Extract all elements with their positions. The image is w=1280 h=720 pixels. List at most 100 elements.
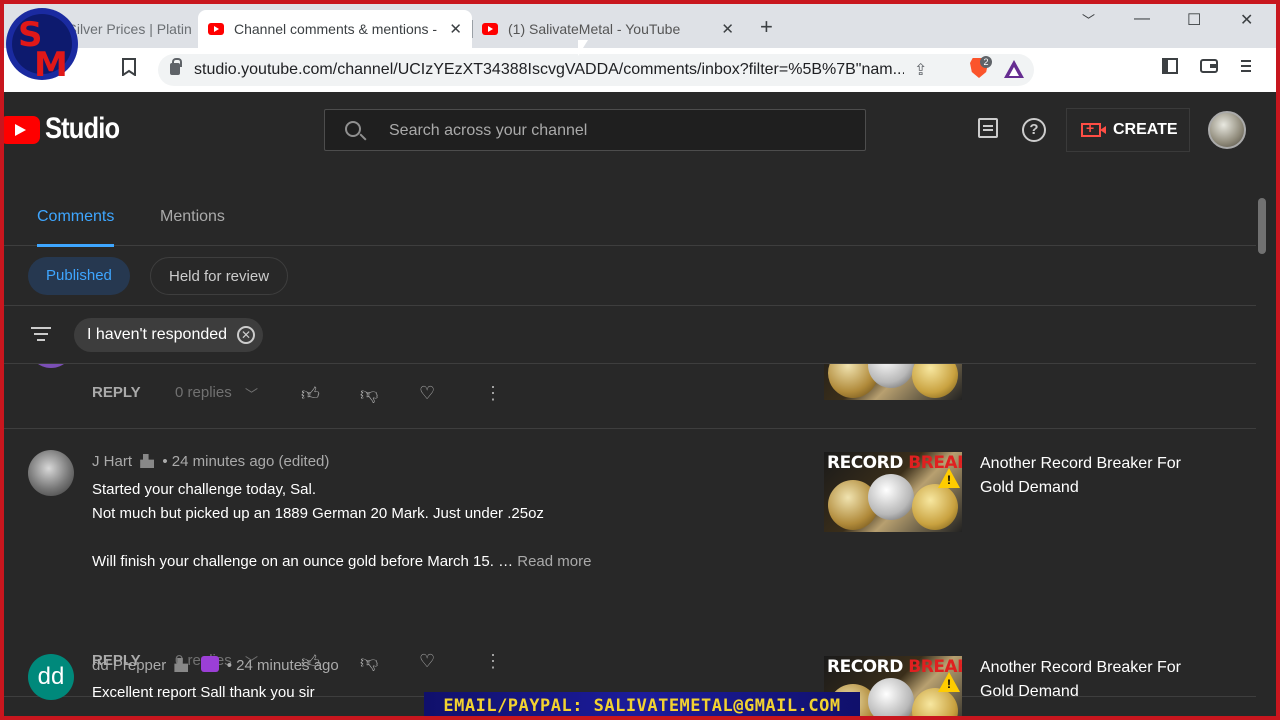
studio-header: Studio ? CREATE <box>0 92 1280 170</box>
youtube-favicon-icon <box>208 23 224 35</box>
coin-image <box>912 364 958 398</box>
create-video-icon <box>1081 120 1106 137</box>
comments-tab-row: Comments Mentions <box>0 188 1256 247</box>
scrollbar[interactable] <box>1258 198 1266 254</box>
share-icon[interactable]: ⇪ <box>914 60 927 80</box>
reply-button[interactable]: REPLY <box>92 384 141 401</box>
video-thumbnail[interactable] <box>824 364 962 400</box>
tab-title: Channel comments & mentions - <box>234 21 438 37</box>
comment-line: Not much but picked up an 1889 German 20… <box>92 505 544 522</box>
channel-search[interactable] <box>324 109 866 151</box>
comment-line: Started your challenge today, Sal. <box>92 481 317 498</box>
browser-tab-bar: | Silver Prices | Platin Channel comment… <box>0 0 1280 48</box>
close-tab-icon[interactable]: ✕ <box>449 20 462 38</box>
comment-meta: dd Prepper • 24 minutes ago <box>92 656 339 674</box>
meta-dot: • <box>162 453 172 470</box>
search-icon <box>345 121 361 137</box>
comment-time[interactable]: 24 minutes ago (edited) <box>172 453 330 470</box>
replies-dropdown[interactable]: 0 replies <box>175 384 232 401</box>
feedback-icon[interactable] <box>978 118 998 138</box>
studio-logo-text[interactable]: Studio <box>45 112 120 146</box>
close-tab-icon[interactable]: ✕ <box>721 20 734 38</box>
dislike-icon[interactable]: 👎︎ <box>360 651 378 673</box>
heart-icon[interactable]: ♡ <box>419 383 435 404</box>
divider <box>0 428 1256 429</box>
chevron-down-icon[interactable]: ﹀ <box>245 384 258 403</box>
comment-text: Excellent report Sall thank you sir <box>92 681 315 705</box>
wallet-icon[interactable] <box>1200 58 1218 79</box>
maximize-icon[interactable]: ☐ <box>1187 10 1201 30</box>
account-avatar[interactable] <box>1208 111 1246 149</box>
comment-text: Started your challenge today, Sal. Not m… <box>92 478 591 574</box>
comment-line: Excellent report Sall thank you sir <box>92 684 315 701</box>
new-tab-plus-icon[interactable]: + <box>760 14 773 40</box>
create-button[interactable]: CREATE <box>1066 108 1190 152</box>
comment-line-last: Will finish your challenge on an ounce g… <box>92 550 591 574</box>
member-badge-icon <box>200 656 219 672</box>
more-actions-icon[interactable]: ⋮ <box>484 651 502 672</box>
meta-dot: • <box>226 657 237 674</box>
coin-image <box>912 484 958 530</box>
tab-title: (1) SalivateMetal - YouTube <box>508 21 681 37</box>
help-icon[interactable]: ? <box>1022 118 1046 142</box>
comment-avatar[interactable] <box>28 364 74 368</box>
create-label: CREATE <box>1113 121 1178 138</box>
address-bar[interactable]: studio.youtube.com/channel/UCIzYEzXT3438… <box>158 54 1034 86</box>
youtube-favicon-icon <box>482 23 498 35</box>
bookmark-icon[interactable] <box>122 58 136 81</box>
comment-author[interactable]: J Hart <box>92 453 132 470</box>
comment-avatar[interactable] <box>28 450 74 496</box>
brave-shield-count: 2 <box>980 56 992 68</box>
coin-image <box>912 688 958 720</box>
sidebar-icon[interactable] <box>1162 58 1178 79</box>
comment-actions: REPLY 0 replies ﹀ 👍︎ 👎︎ ♡ ⋮ <box>92 382 512 406</box>
filter-row: I haven't responded ✕ <box>0 306 1256 364</box>
browser-tab-channel-comments[interactable]: Channel comments & mentions - ✕ <box>198 10 472 48</box>
minimize-icon[interactable]: — <box>1134 10 1150 28</box>
sm-channel-logo: S M <box>6 8 78 85</box>
lock-icon <box>170 58 182 75</box>
browser-tab-silver-prices[interactable]: | Silver Prices | Platin <box>60 10 198 48</box>
video-thumbnail[interactable]: RECORD BREAKER <box>824 452 962 532</box>
email-banner: EMAIL/PAYPAL: SALIVATEMETAL@GMAIL.COM <box>424 692 860 720</box>
video-title[interactable]: Another Record Breaker For Gold Demand <box>980 656 1200 704</box>
dislike-icon[interactable]: 👎︎ <box>360 383 378 405</box>
menu-icon[interactable] <box>1240 58 1252 79</box>
warning-icon <box>938 468 960 488</box>
comments-list: REPLY 0 replies ﹀ 👍︎ 👎︎ ♡ ⋮ J Hart • 24 … <box>0 364 1256 720</box>
youtube-logo-icon[interactable] <box>0 116 40 144</box>
like-icon[interactable]: 👍︎ <box>301 383 320 405</box>
chip-held-for-review[interactable]: Held for review <box>150 257 289 295</box>
comment-avatar[interactable]: dd <box>28 654 74 700</box>
comment-time[interactable]: 24 minutes ago <box>236 657 339 674</box>
filter-chip-not-responded[interactable]: I haven't responded ✕ <box>74 318 264 352</box>
browser-tab-salivatemetal[interactable]: (1) SalivateMetal - YouTube ✕ <box>472 10 744 48</box>
filter-icon[interactable] <box>31 327 51 341</box>
heart-icon[interactable]: ♡ <box>419 651 435 672</box>
remove-filter-icon[interactable]: ✕ <box>237 326 256 344</box>
tab-mentions[interactable]: Mentions <box>160 208 225 226</box>
svg-text:M: M <box>34 45 68 85</box>
tab-comments[interactable]: Comments <box>37 208 115 247</box>
coin-image <box>868 474 914 520</box>
status-chips-row: Published Held for review <box>0 246 1256 306</box>
mouse-cursor-icon <box>578 40 588 56</box>
filter-chip-label: I haven't responded <box>87 326 228 343</box>
video-title[interactable]: Another Record Breaker For Gold Demand <box>980 452 1200 500</box>
brave-rewards-icon[interactable] <box>1004 60 1024 78</box>
comment-line: Will finish your challenge on an ounce g… <box>92 553 514 570</box>
tab-search-chevron-icon[interactable]: ﹀ <box>1082 10 1095 29</box>
supporter-badge-icon <box>140 454 155 468</box>
search-input[interactable] <box>389 120 849 142</box>
read-more-link[interactable]: Read more <box>517 553 591 570</box>
comment-author[interactable]: dd Prepper <box>92 657 166 674</box>
comment-line <box>92 526 591 550</box>
chip-published[interactable]: Published <box>28 257 130 295</box>
url-text: studio.youtube.com/channel/UCIzYEzXT3438… <box>194 61 904 78</box>
supporter-badge-icon <box>174 658 189 672</box>
more-actions-icon[interactable]: ⋮ <box>484 383 502 404</box>
comment-meta: J Hart • 24 minutes ago (edited) <box>92 453 329 470</box>
coin-image <box>868 678 914 720</box>
window-close-icon[interactable]: ✕ <box>1240 10 1253 30</box>
warning-icon <box>938 672 960 692</box>
